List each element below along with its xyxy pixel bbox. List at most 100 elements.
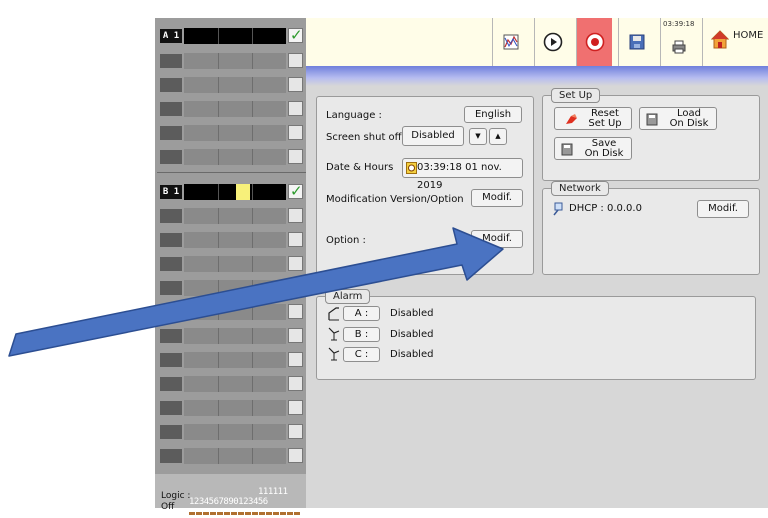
alarm-a-button[interactable]: A : <box>343 306 380 321</box>
modification-version-label: Modification Version/Option <box>326 194 464 205</box>
channel-checkbox[interactable] <box>288 149 303 164</box>
chart-button[interactable] <box>492 18 528 66</box>
channel-checkbox[interactable] <box>288 256 303 271</box>
channel-checkbox[interactable] <box>288 101 303 116</box>
decrease-button[interactable]: ▼ <box>469 128 487 145</box>
alarm-c-button[interactable]: C : <box>343 347 380 362</box>
channel-bar <box>184 376 286 392</box>
channel-row[interactable] <box>157 422 306 444</box>
channel-row[interactable] <box>157 350 306 372</box>
network-modif-button[interactable]: Modif. <box>697 200 749 218</box>
channel-bar <box>184 77 286 93</box>
logic-state: Off <box>161 502 175 512</box>
screen-shutoff-label: Screen shut off : <box>326 132 409 143</box>
printer-button[interactable]: 03:39:18 <box>660 18 696 66</box>
increase-button[interactable]: ▲ <box>489 128 507 145</box>
disk-button[interactable] <box>618 18 654 66</box>
channel-panel: A 1 B 1 <box>155 18 306 515</box>
general-settings-box: Language : English Screen shut off : Dis… <box>316 96 534 275</box>
channel-checkbox[interactable] <box>288 232 303 247</box>
channel-row[interactable] <box>157 278 306 300</box>
load-disk-icon <box>646 113 658 126</box>
channel-row[interactable] <box>157 147 306 169</box>
load-on-disk-button[interactable]: Load On Disk <box>639 107 717 130</box>
channel-bar <box>184 149 286 165</box>
channel-row[interactable] <box>157 75 306 97</box>
channel-checkbox[interactable] <box>288 53 303 68</box>
logic-numbers-top: 111111 <box>258 487 288 497</box>
home-icon <box>711 30 729 49</box>
channel-bar <box>184 304 286 320</box>
screen-shutoff-select[interactable]: Disabled <box>402 126 464 146</box>
save-on-disk-button[interactable]: Save On Disk <box>554 137 632 160</box>
channel-row[interactable] <box>157 374 306 396</box>
channel-label <box>160 281 182 295</box>
alarm-c-status: Disabled <box>390 349 434 360</box>
setup-title: Set Up <box>551 88 601 103</box>
channel-bar <box>184 208 286 224</box>
channel-b1-row[interactable]: B 1 <box>157 182 306 204</box>
channel-bar <box>184 232 286 248</box>
network-box: Network DHCP : 0.0.0.0 Modif. <box>542 181 760 275</box>
home-label: HOME <box>733 30 764 41</box>
printer-icon <box>672 40 685 54</box>
channel-row[interactable] <box>157 230 306 252</box>
date-hours-button[interactable]: 03:39:18 01 nov. 2019 <box>402 158 523 191</box>
channel-row[interactable] <box>157 123 306 145</box>
channel-checkbox[interactable] <box>288 352 303 367</box>
home-button[interactable]: HOME <box>702 18 768 66</box>
channel-row[interactable] <box>157 51 306 73</box>
channel-bar <box>184 280 286 296</box>
dhcp-text: DHCP : 0.0.0.0 <box>569 203 642 214</box>
channel-checkbox[interactable] <box>288 400 303 415</box>
channel-bar <box>184 256 286 272</box>
logic-numbers: 1234567890123456 <box>189 497 268 507</box>
channel-label <box>160 150 182 164</box>
play-icon <box>543 32 562 52</box>
channel-row[interactable] <box>157 302 306 324</box>
record-button[interactable] <box>576 18 612 66</box>
channel-row[interactable] <box>157 446 306 468</box>
rising-edge-icon <box>328 307 339 321</box>
header-gradient <box>306 66 768 86</box>
channel-checkbox[interactable] <box>288 448 303 463</box>
language-label: Language : <box>326 110 382 121</box>
channel-row[interactable] <box>157 206 306 228</box>
channel-checkbox[interactable] <box>288 304 303 319</box>
channel-a1-row[interactable]: A 1 <box>157 26 306 48</box>
alarm-a-status: Disabled <box>390 308 434 319</box>
play-button[interactable] <box>534 18 570 66</box>
network-title: Network <box>551 181 609 196</box>
channel-row[interactable] <box>157 254 306 276</box>
date-hours-label: Date & Hours <box>326 162 394 173</box>
channel-row[interactable] <box>157 99 306 121</box>
channel-bar <box>184 125 286 141</box>
option-modif-button[interactable]: Modif. <box>471 230 523 248</box>
channel-checkbox[interactable] <box>288 77 303 92</box>
record-icon <box>585 32 604 52</box>
channel-checkbox[interactable] <box>288 280 303 295</box>
channel-label <box>160 329 182 343</box>
alarm-b-button[interactable]: B : <box>343 327 380 342</box>
channel-row[interactable] <box>157 398 306 420</box>
channel-label <box>160 233 182 247</box>
toolbar: 03:39:18 HOME <box>306 18 768 67</box>
channel-label <box>160 209 182 223</box>
channel-bar <box>184 101 286 117</box>
channel-label <box>160 449 182 463</box>
channel-row[interactable] <box>157 326 306 348</box>
reset-setup-button[interactable]: Reset Set Up <box>554 107 632 130</box>
channel-checkbox[interactable] <box>288 328 303 343</box>
channel-a1-checkbox[interactable] <box>288 26 303 44</box>
channel-checkbox[interactable] <box>288 424 303 439</box>
channel-checkbox[interactable] <box>288 208 303 223</box>
channel-checkbox[interactable] <box>288 376 303 391</box>
channel-checkbox[interactable] <box>288 125 303 140</box>
channel-b1-checkbox[interactable] <box>288 182 303 200</box>
modification-version-button[interactable]: Modif. <box>471 189 523 207</box>
clock-text: 03:39:18 <box>663 20 695 28</box>
channel-bar <box>184 328 286 344</box>
channel-label <box>160 126 182 140</box>
channel-bar <box>184 53 286 69</box>
language-button[interactable]: English <box>464 106 522 123</box>
